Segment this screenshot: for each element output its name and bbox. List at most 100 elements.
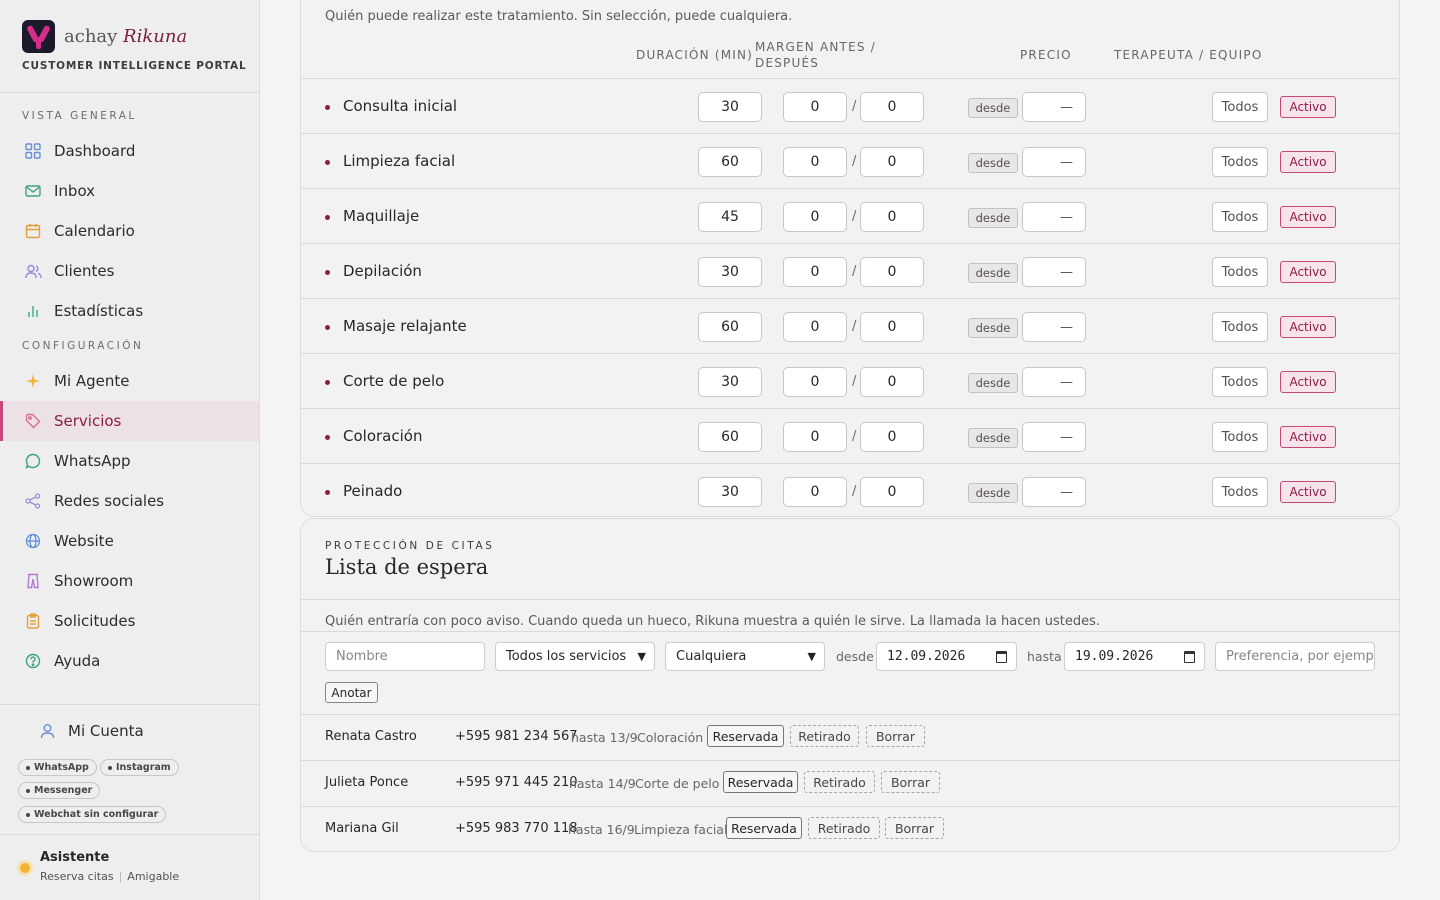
margin-before-input[interactable]: 0	[783, 92, 847, 122]
duration-input[interactable]: 30	[698, 257, 762, 287]
margin-after-input[interactable]: 0	[860, 202, 924, 232]
price-input[interactable]: —	[1022, 367, 1086, 397]
to-date-input[interactable]: 19.09.2026	[1064, 642, 1205, 671]
sidebar-item-estadisticas[interactable]: Estadísticas	[0, 291, 259, 331]
service-select[interactable]: Todos los servicios ▼	[495, 642, 655, 671]
withdrawn-button[interactable]: Retirado	[790, 725, 859, 747]
therapist-select-button[interactable]: Todos	[1212, 92, 1268, 122]
bullet-icon	[325, 160, 330, 165]
sidebar-item-dashboard[interactable]: Dashboard	[0, 131, 259, 171]
reserved-button[interactable]: Reservada	[707, 725, 784, 747]
therapist-select-button[interactable]: Todos	[1212, 422, 1268, 452]
sidebar-item-website[interactable]: Website	[0, 521, 259, 561]
therapist-select-button[interactable]: Todos	[1212, 202, 1268, 232]
sidebar-item-solicitudes[interactable]: Solicitudes	[0, 601, 259, 641]
waitlist-row: Mariana Gil +595 983 770 118 hasta 16/9 Lim…	[301, 806, 1399, 852]
duration-input[interactable]: 60	[698, 147, 762, 177]
price-from-toggle[interactable]: desde	[968, 208, 1018, 228]
margin-before-input[interactable]: 0	[783, 367, 847, 397]
therapist-select-button[interactable]: Todos	[1212, 257, 1268, 287]
preference-input[interactable]: Preferencia, por ejemplo	[1215, 642, 1375, 671]
reserved-button[interactable]: Reservada	[723, 771, 798, 793]
delete-button[interactable]: Borrar	[866, 725, 925, 747]
sidebar-item-ayuda[interactable]: Ayuda	[0, 641, 259, 681]
therapist-select[interactable]: Cualquiera ▼	[665, 642, 825, 671]
duration-input[interactable]: 60	[698, 312, 762, 342]
reserved-button[interactable]: Reservada	[726, 817, 802, 839]
globe-icon	[24, 532, 42, 550]
margin-after-input[interactable]: 0	[860, 312, 924, 342]
therapist-select-button[interactable]: Todos	[1212, 312, 1268, 342]
withdrawn-button[interactable]: Retirado	[808, 817, 880, 839]
margin-before-input[interactable]: 0	[783, 202, 847, 232]
sidebar-item-clientes[interactable]: Clientes	[0, 251, 259, 291]
price-from-toggle[interactable]: desde	[968, 98, 1018, 118]
margin-before-input[interactable]: 0	[783, 422, 847, 452]
name-input[interactable]: Nombre	[325, 642, 485, 671]
portal-subtitle: CUSTOMER INTELLIGENCE PORTAL	[22, 60, 247, 72]
service-row: Coloración 60 0/0 desde — Todos Activo	[301, 408, 1399, 463]
delete-button[interactable]: Borrar	[881, 771, 940, 793]
margin-after-input[interactable]: 0	[860, 147, 924, 177]
sidebar-item-label: Showroom	[54, 572, 134, 590]
therapist-select-button[interactable]: Todos	[1212, 367, 1268, 397]
sidebar-item-label: Estadísticas	[54, 302, 144, 320]
active-toggle[interactable]: Activo	[1280, 481, 1336, 503]
services-intro: Quién puede realizar este tratamiento. S…	[325, 9, 793, 24]
duration-input[interactable]: 45	[698, 202, 762, 232]
add-to-waitlist-button[interactable]: Anotar	[325, 682, 378, 703]
margin-before-input[interactable]: 0	[783, 147, 847, 177]
price-input[interactable]: —	[1022, 477, 1086, 507]
duration-input[interactable]: 30	[698, 367, 762, 397]
price-from-toggle[interactable]: desde	[968, 263, 1018, 283]
active-toggle[interactable]: Activo	[1280, 206, 1336, 228]
price-input[interactable]: —	[1022, 92, 1086, 122]
sidebar-item-calendario[interactable]: Calendario	[0, 211, 259, 251]
margin-after-input[interactable]: 0	[860, 477, 924, 507]
margin-before-input[interactable]: 0	[783, 477, 847, 507]
margin-before-input[interactable]: 0	[783, 257, 847, 287]
active-toggle[interactable]: Activo	[1280, 316, 1336, 338]
price-input[interactable]: —	[1022, 147, 1086, 177]
active-toggle[interactable]: Activo	[1280, 426, 1336, 448]
waitlist-panel: PROTECCIÓN DE CITAS Lista de espera Quié…	[300, 518, 1400, 852]
margin-after-input[interactable]: 0	[860, 367, 924, 397]
active-toggle[interactable]: Activo	[1280, 151, 1336, 173]
price-input[interactable]: —	[1022, 257, 1086, 287]
sidebar-item-label: Redes sociales	[54, 492, 165, 510]
separator: /	[852, 319, 857, 334]
active-toggle[interactable]: Activo	[1280, 96, 1336, 118]
price-input[interactable]: —	[1022, 202, 1086, 232]
price-from-toggle[interactable]: desde	[968, 318, 1018, 338]
price-from-toggle[interactable]: desde	[968, 483, 1018, 503]
duration-input[interactable]: 60	[698, 422, 762, 452]
price-from-toggle[interactable]: desde	[968, 153, 1018, 173]
margin-before-input[interactable]: 0	[783, 312, 847, 342]
calendar-icon	[996, 651, 1007, 663]
until-date: hasta 16/9	[568, 822, 635, 837]
sidebar-item-whatsapp[interactable]: WhatsApp	[0, 441, 259, 481]
price-input[interactable]: —	[1022, 312, 1086, 342]
duration-input[interactable]: 30	[698, 477, 762, 507]
price-from-toggle[interactable]: desde	[968, 428, 1018, 448]
margin-after-input[interactable]: 0	[860, 92, 924, 122]
delete-button[interactable]: Borrar	[885, 817, 944, 839]
active-toggle[interactable]: Activo	[1280, 371, 1336, 393]
price-input[interactable]: —	[1022, 422, 1086, 452]
duration-input[interactable]: 30	[698, 92, 762, 122]
account-link[interactable]: Mi Cuenta	[38, 722, 144, 740]
therapist-select-button[interactable]: Todos	[1212, 477, 1268, 507]
active-toggle[interactable]: Activo	[1280, 261, 1336, 283]
sidebar-item-servicios[interactable]: Servicios	[0, 401, 259, 441]
therapist-select-button[interactable]: Todos	[1212, 147, 1268, 177]
sidebar-item-mi-agente[interactable]: Mi Agente	[0, 361, 259, 401]
bullet-icon	[325, 435, 330, 440]
sidebar-item-redes-sociales[interactable]: Redes sociales	[0, 481, 259, 521]
sidebar-item-inbox[interactable]: Inbox	[0, 171, 259, 211]
withdrawn-button[interactable]: Retirado	[804, 771, 875, 793]
price-from-toggle[interactable]: desde	[968, 373, 1018, 393]
margin-after-input[interactable]: 0	[860, 257, 924, 287]
sidebar-item-showroom[interactable]: Showroom	[0, 561, 259, 601]
from-date-input[interactable]: 12.09.2026	[876, 642, 1017, 671]
margin-after-input[interactable]: 0	[860, 422, 924, 452]
